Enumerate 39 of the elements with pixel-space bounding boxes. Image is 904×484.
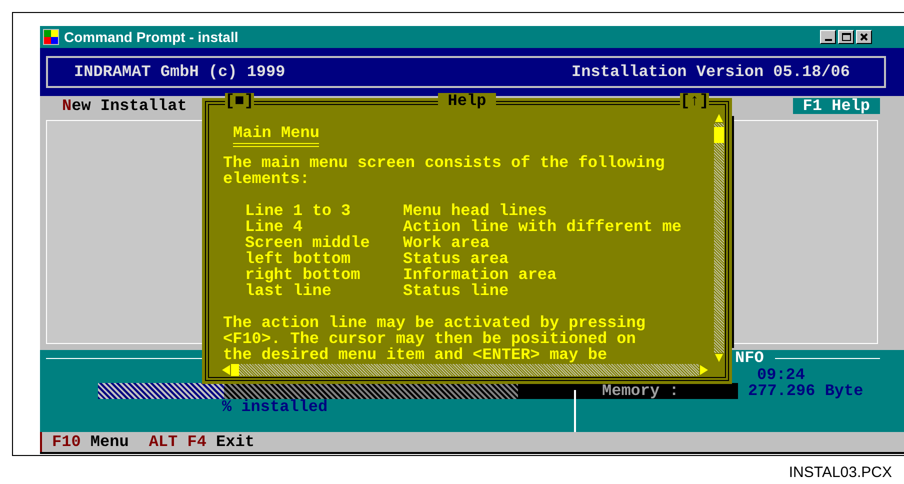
meaning-text: Status area xyxy=(403,251,509,267)
meaning-text: Action line with different me xyxy=(403,219,682,235)
meaning-text: Status line xyxy=(403,283,509,299)
header-text: INDRAMAT GmbH (c) 1999 xyxy=(74,64,286,80)
term-text: Line 1 to 3 xyxy=(245,203,352,219)
term-text: left bottom xyxy=(245,251,351,267)
version-text: Installation Version 05.18/06 xyxy=(572,64,850,80)
window-title: Command Prompt - install xyxy=(64,28,238,47)
term-text: last line xyxy=(245,283,332,299)
status-key[interactable]: ALT F4 Exit xyxy=(148,434,254,450)
term-text: Line 4 xyxy=(245,219,304,235)
minimize-button[interactable] xyxy=(820,30,836,44)
help-key[interactable]: F1 Help xyxy=(792,98,880,114)
help-heading: Main Menu xyxy=(233,125,320,147)
help-text: The main menu screen consists of the following xyxy=(223,155,666,171)
memory-value: 277.296 Byte xyxy=(748,383,864,399)
zoom-box[interactable]: [↑] xyxy=(680,93,709,109)
meaning-text: Menu head lines xyxy=(403,203,548,219)
help-text: <F10>. The cursor may then be positioned on xyxy=(223,331,636,347)
horizontal-scrollbar[interactable] xyxy=(231,364,699,376)
time-text: 09:24 xyxy=(757,367,806,383)
figure-caption: INSTAL03.PCX xyxy=(788,463,892,483)
meaning-text: Information area xyxy=(403,267,557,283)
close-box[interactable]: [■] xyxy=(225,93,254,109)
close-button[interactable] xyxy=(856,30,872,44)
term-text: right bottom xyxy=(245,267,362,283)
menu-item[interactable]: New Installat xyxy=(62,98,187,114)
meaning-text: Work area xyxy=(403,235,490,251)
memory-label: Memory : xyxy=(602,383,679,399)
help-text: elements: xyxy=(223,171,310,187)
installed-label: % installed xyxy=(222,399,328,415)
help-text: The action line may be activated by pressing xyxy=(223,315,646,331)
close-icon xyxy=(860,33,868,41)
maximize-button[interactable] xyxy=(838,30,854,44)
dialog-title: Help xyxy=(438,93,496,109)
vertical-scrollbar[interactable] xyxy=(714,123,724,353)
status-key[interactable]: F10 Menu xyxy=(52,434,129,450)
term-text: Screen middle xyxy=(245,235,371,251)
help-text: the desired menu item and <ENTER> may be xyxy=(223,347,608,363)
